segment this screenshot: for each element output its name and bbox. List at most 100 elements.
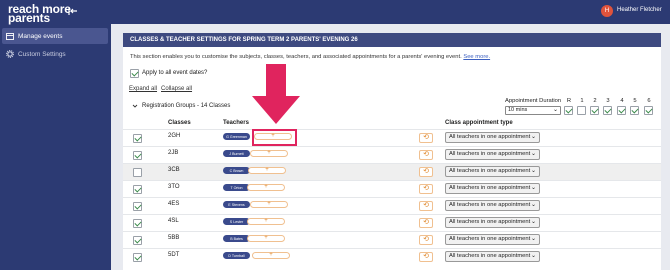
add-teacher-button[interactable]: + <box>250 201 288 208</box>
table-row: 2JB J Burnett + ⟲ All teachers in one ap… <box>123 146 661 163</box>
annotation-arrow-icon <box>252 64 300 124</box>
appointment-type-select[interactable]: All teachers in one appointment ⌄ <box>445 217 540 228</box>
row-checkbox[interactable] <box>133 253 142 262</box>
chevron-down-icon: ⌄ <box>530 134 536 140</box>
collapse-all-link[interactable]: Collapse all <box>161 86 192 92</box>
add-teacher-button[interactable]: + <box>247 235 285 242</box>
history-icon[interactable]: ⟲ <box>419 252 433 262</box>
teacher-pill[interactable]: S Lester <box>223 218 250 225</box>
year-label-1: 1 <box>580 98 584 104</box>
column-header-teachers: Teachers <box>223 120 249 126</box>
table-row: 5BB B Bates + ⟲ All teachers in one appo… <box>123 231 661 248</box>
column-header-classes: Classes <box>168 120 191 126</box>
teacher-pill[interactable]: T Orton <box>223 184 250 191</box>
class-name: 4ES <box>168 201 180 207</box>
chevron-down-icon: ⌄ <box>530 185 536 191</box>
history-icon[interactable]: ⟲ <box>419 167 433 177</box>
sidebar-item-custom-settings[interactable]: Custom Settings <box>2 46 108 62</box>
sidebar-item-manage-events[interactable]: Manage events <box>2 28 108 44</box>
panel-title: CLASSES & TEACHER SETTINGS FOR SPRING TE… <box>123 33 661 47</box>
history-icon[interactable]: ⟲ <box>419 201 433 211</box>
appointment-type-value: All teachers in one appointment <box>449 202 531 208</box>
class-name: 2GH <box>168 133 181 139</box>
history-icon[interactable]: ⟲ <box>419 133 433 143</box>
table-row: 4ES E Stevens + ⟲ All teachers in one ap… <box>123 197 661 214</box>
appointment-type-value: All teachers in one appointment <box>449 185 531 191</box>
year-checkbox-5[interactable] <box>630 106 639 115</box>
add-teacher-button[interactable]: + <box>250 150 288 157</box>
year-checkbox-3[interactable] <box>603 106 612 115</box>
year-label-4: 4 <box>620 98 624 104</box>
appointment-type-select[interactable]: All teachers in one appointment ⌄ <box>445 234 540 245</box>
row-checkbox[interactable] <box>133 151 142 160</box>
year-label-5: 5 <box>633 98 637 104</box>
collapse-sidebar-icon[interactable] <box>68 6 78 16</box>
class-name: 5DT <box>168 252 180 258</box>
appointment-type-select[interactable]: All teachers in one appointment ⌄ <box>445 251 540 262</box>
teacher-pill[interactable]: G Greenman <box>223 133 250 140</box>
duration-label: Appointment Duration <box>505 98 562 104</box>
add-teacher-button[interactable]: + <box>252 252 290 259</box>
class-name: 3TO <box>168 184 180 190</box>
year-checkbox-4[interactable] <box>617 106 626 115</box>
chevron-down-icon: ⌄ <box>530 202 536 208</box>
calendar-icon <box>6 32 14 40</box>
chevron-down-icon: ⌄ <box>530 219 536 225</box>
apply-all-label: Apply to all event dates? <box>142 70 208 76</box>
sidebar-item-label: Manage events <box>18 32 63 40</box>
row-checkbox[interactable] <box>133 185 142 194</box>
table-row: 2GH G Greenman + ⟲ All teachers in one a… <box>123 129 661 146</box>
table-row: 3TO T Orton + ⟲ All teachers in one appo… <box>123 180 661 197</box>
group-label[interactable]: Registration Groups - 14 Classes <box>142 103 230 109</box>
teacher-pill[interactable]: E Stevens <box>223 201 250 208</box>
add-teacher-button[interactable]: + <box>247 184 285 191</box>
sidebar: reach more parents Manage events Custom … <box>0 0 111 270</box>
appointment-type-select[interactable]: All teachers in one appointment ⌄ <box>445 200 540 211</box>
avatar[interactable]: H <box>601 5 613 17</box>
chevron-down-icon[interactable] <box>132 103 138 111</box>
teacher-pill[interactable]: C Brown <box>223 167 250 174</box>
add-teacher-button[interactable]: + <box>247 218 285 225</box>
teacher-pill[interactable]: B Bates <box>223 235 250 242</box>
history-icon[interactable]: ⟲ <box>419 184 433 194</box>
description-text: This section enables you to customise th… <box>130 54 462 60</box>
year-checkbox-6[interactable] <box>644 106 653 115</box>
appointment-type-select[interactable]: All teachers in one appointment ⌄ <box>445 183 540 194</box>
panel-description: This section enables you to customise th… <box>130 54 490 60</box>
row-checkbox[interactable] <box>133 236 142 245</box>
chevron-down-icon: ⌄ <box>552 107 558 113</box>
year-checkbox-1[interactable] <box>577 106 586 115</box>
year-checkbox-2[interactable] <box>590 106 599 115</box>
annotation-highlight-box <box>252 129 297 146</box>
history-icon[interactable]: ⟲ <box>419 218 433 228</box>
appointment-type-value: All teachers in one appointment <box>449 253 531 259</box>
chevron-down-icon: ⌄ <box>530 168 536 174</box>
table-row: 5DT D Turnball + ⟲ All teachers in one a… <box>123 248 661 265</box>
row-checkbox[interactable] <box>133 219 142 228</box>
add-teacher-button[interactable]: + <box>248 167 286 174</box>
appointment-type-select[interactable]: All teachers in one appointment ⌄ <box>445 166 540 177</box>
expand-all-link[interactable]: Expand all <box>129 86 157 92</box>
gear-icon <box>6 50 14 58</box>
apply-all-checkbox[interactable] <box>130 69 139 78</box>
brand-logo[interactable]: reach more parents <box>8 3 71 24</box>
class-name: 5BB <box>168 235 180 241</box>
duration-select[interactable]: 10 mins ⌄ <box>505 106 561 115</box>
year-checkbox-r[interactable] <box>564 106 573 115</box>
appointment-type-select[interactable]: All teachers in one appointment ⌄ <box>445 149 540 160</box>
year-label-r: R <box>566 98 572 104</box>
appointment-type-value: All teachers in one appointment <box>449 236 531 242</box>
teacher-pill[interactable]: D Turnball <box>223 252 250 259</box>
see-more-link[interactable]: See more. <box>463 54 490 60</box>
history-icon[interactable]: ⟲ <box>419 235 433 245</box>
teacher-pill[interactable]: J Burnett <box>223 150 250 157</box>
row-checkbox[interactable] <box>133 202 142 211</box>
settings-panel: CLASSES & TEACHER SETTINGS FOR SPRING TE… <box>123 33 661 270</box>
appointment-type-select[interactable]: All teachers in one appointment ⌄ <box>445 132 540 143</box>
table-row: 4SL S Lester + ⟲ All teachers in one app… <box>123 214 661 231</box>
table-row: 3CB C Brown + ⟲ All teachers in one appo… <box>123 163 661 180</box>
history-icon[interactable]: ⟲ <box>419 150 433 160</box>
row-checkbox[interactable] <box>133 134 142 143</box>
user-name[interactable]: Heather Fletcher <box>617 7 662 13</box>
row-checkbox[interactable] <box>133 168 142 177</box>
